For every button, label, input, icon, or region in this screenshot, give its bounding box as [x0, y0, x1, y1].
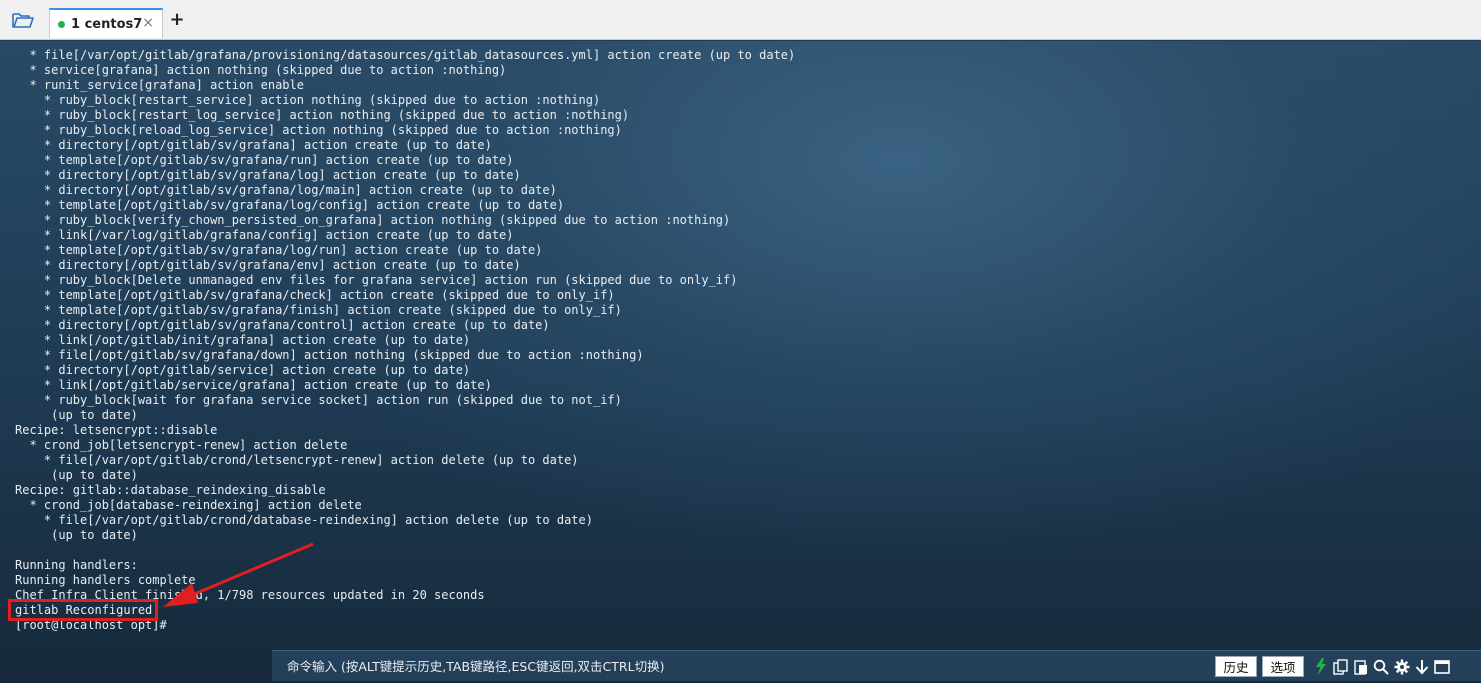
terminal-line: * directory[/opt/gitlab/sv/grafana/contr…	[15, 318, 550, 332]
terminal-line: * file[/var/opt/gitlab/crond/letsencrypt…	[15, 453, 579, 467]
terminal-line: Running handlers complete	[15, 573, 196, 587]
terminal-line: (up to date)	[15, 408, 138, 422]
terminal-line: * template[/opt/gitlab/sv/grafana/check]…	[15, 288, 615, 302]
terminal-line: * ruby_block[Delete unmanaged env files …	[15, 273, 738, 287]
paste-icon[interactable]	[1352, 658, 1369, 675]
terminal-output: * file[/var/opt/gitlab/grafana/provision…	[15, 48, 795, 633]
terminal-line: * directory[/opt/gitlab/sv/grafana] acti…	[15, 138, 492, 152]
terminal-line: * ruby_block[reload_log_service] action …	[15, 123, 622, 137]
terminal-line: * file[/var/opt/gitlab/crond/database-re…	[15, 513, 593, 527]
tab-label: 1 centos7	[71, 16, 143, 32]
terminal-line: * link[/opt/gitlab/init/grafana] action …	[15, 333, 471, 347]
highlight-box	[8, 599, 158, 621]
gear-icon[interactable]	[1393, 658, 1410, 675]
tab-centos7[interactable]: 1 centos7 ×	[49, 8, 163, 38]
command-bar: 历史 选项	[272, 650, 1481, 682]
terminal-line: * runit_service[grafana] action enable	[15, 78, 304, 92]
terminal-line: Recipe: gitlab::database_reindexing_disa…	[15, 483, 326, 497]
history-button[interactable]: 历史	[1215, 656, 1257, 677]
search-icon[interactable]	[1372, 658, 1389, 675]
arrow-down-icon[interactable]	[1413, 658, 1430, 675]
terminal-line: * ruby_block[verify_chown_persisted_on_g…	[15, 213, 731, 227]
terminal-line: * link[/opt/gitlab/service/grafana] acti…	[15, 378, 492, 392]
command-input[interactable]	[272, 651, 1202, 682]
terminal-line: * ruby_block[restart_log_service] action…	[15, 108, 630, 122]
status-dot	[58, 20, 65, 28]
terminal-line: * ruby_block[wait for grafana service so…	[15, 393, 622, 407]
copy-icon[interactable]	[1332, 658, 1349, 675]
terminal-line: * crond_job[database-reindexing] action …	[15, 498, 362, 512]
lightning-icon[interactable]	[1312, 658, 1329, 675]
options-button[interactable]: 选项	[1262, 656, 1304, 677]
terminal-line: * crond_job[letsencrypt-renew] action de…	[15, 438, 348, 452]
terminal-area[interactable]: * file[/var/opt/gitlab/grafana/provision…	[0, 41, 1481, 683]
terminal-line: Recipe: letsencrypt::disable	[15, 423, 218, 437]
terminal-line: * template[/opt/gitlab/sv/grafana/log/co…	[15, 198, 565, 212]
terminal-line: (up to date)	[15, 528, 138, 542]
close-icon[interactable]: ×	[142, 15, 154, 31]
terminal-line: * file[/var/opt/gitlab/grafana/provision…	[15, 48, 796, 62]
terminal-line: * service[grafana] action nothing (skipp…	[15, 63, 507, 77]
terminal-line: * directory[/opt/gitlab/sv/grafana/env] …	[15, 258, 521, 272]
terminal-line: * template[/opt/gitlab/sv/grafana/log/ru…	[15, 243, 543, 257]
terminal-line: * template[/opt/gitlab/sv/grafana/run] a…	[15, 153, 514, 167]
terminal-line: * link[/var/log/gitlab/grafana/config] a…	[15, 228, 514, 242]
terminal-line: Running handlers:	[15, 558, 138, 572]
terminal-line: * ruby_block[restart_service] action not…	[15, 93, 601, 107]
terminal-line: * directory[/opt/gitlab/service] action …	[15, 363, 471, 377]
terminal-line: * directory[/opt/gitlab/sv/grafana/log] …	[15, 168, 521, 182]
tab-bar: 1 centos7 × +	[0, 0, 1481, 40]
add-tab-button[interactable]: +	[168, 10, 186, 30]
window-icon[interactable]	[1433, 658, 1450, 675]
folder-open-icon[interactable]	[10, 9, 36, 31]
terminal-line: * template[/opt/gitlab/sv/grafana/finish…	[15, 303, 622, 317]
terminal-line: * directory[/opt/gitlab/sv/grafana/log/m…	[15, 183, 557, 197]
terminal-line: (up to date)	[15, 468, 138, 482]
terminal-line: * file[/opt/gitlab/sv/grafana/down] acti…	[15, 348, 644, 362]
